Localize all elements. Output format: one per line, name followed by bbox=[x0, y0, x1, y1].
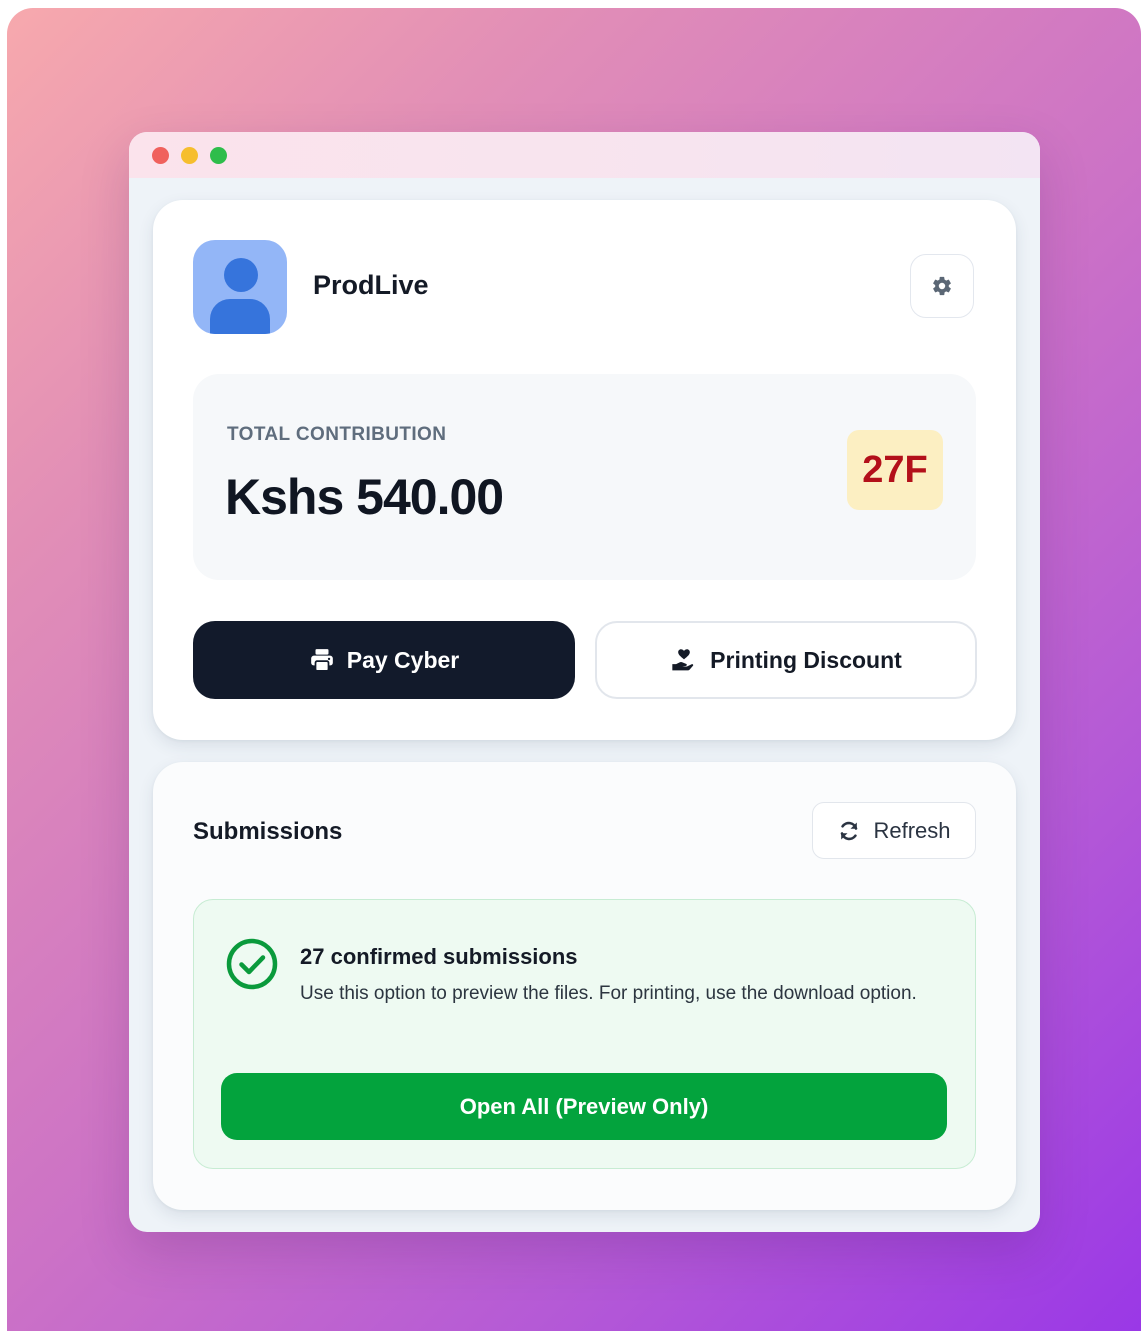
printer-icon bbox=[310, 649, 333, 672]
open-all-preview-button[interactable]: Open All (Preview Only) bbox=[221, 1073, 947, 1140]
printing-discount-label: Printing Discount bbox=[710, 646, 902, 673]
window-titlebar bbox=[129, 132, 1040, 178]
submissions-card: Submissions Refresh 27 confirmed submiss… bbox=[153, 762, 1016, 1210]
printing-discount-button[interactable]: Printing Discount bbox=[595, 621, 977, 699]
minimize-window-dot[interactable] bbox=[181, 147, 198, 164]
username: ProdLive bbox=[313, 270, 429, 300]
total-contribution-panel: TOTAL CONTRIBUTION Kshs 540.00 27F bbox=[193, 374, 976, 580]
submissions-title: Submissions bbox=[193, 818, 343, 845]
profile-card: ProdLive TOTAL CONTRIBUTION Kshs 540.00 … bbox=[153, 200, 1016, 740]
app-window: ProdLive TOTAL CONTRIBUTION Kshs 540.00 … bbox=[129, 132, 1040, 1232]
confirmed-submissions-panel: 27 confirmed submissions Use this option… bbox=[193, 899, 976, 1169]
total-contribution-amount: Kshs 540.00 bbox=[225, 469, 504, 525]
confirmed-submissions-title: 27 confirmed submissions bbox=[300, 944, 578, 969]
hand-heart-icon bbox=[672, 649, 694, 671]
confirmed-submissions-description: Use this option to preview the files. Fo… bbox=[300, 983, 917, 1004]
gradient-backdrop: ProdLive TOTAL CONTRIBUTION Kshs 540.00 … bbox=[7, 8, 1141, 1331]
refresh-button[interactable]: Refresh bbox=[812, 802, 976, 859]
maximize-window-dot[interactable] bbox=[210, 147, 227, 164]
user-avatar-icon bbox=[193, 240, 287, 334]
refresh-icon bbox=[841, 821, 858, 840]
pay-cyber-label: Pay Cyber bbox=[346, 646, 460, 673]
status-badge: 27F bbox=[847, 430, 943, 510]
gear-icon bbox=[933, 276, 951, 296]
check-circle-icon bbox=[226, 938, 278, 990]
avatar-head bbox=[224, 258, 258, 292]
avatar-body bbox=[210, 299, 270, 334]
close-window-dot[interactable] bbox=[152, 147, 169, 164]
refresh-label: Refresh bbox=[873, 817, 951, 843]
pay-cyber-button[interactable]: Pay Cyber bbox=[193, 621, 575, 699]
settings-button[interactable] bbox=[910, 254, 974, 318]
total-contribution-label: TOTAL CONTRIBUTION bbox=[227, 424, 447, 445]
